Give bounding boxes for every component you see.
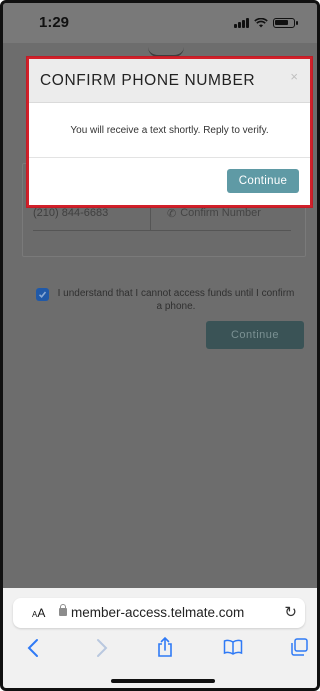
bookmarks-icon[interactable] <box>223 639 243 655</box>
logo <box>148 47 184 57</box>
checkmark-icon <box>38 291 47 298</box>
modal-message: You will receive a text shortly. Reply t… <box>70 124 269 136</box>
phone-number-field[interactable]: (210) 844-6683 <box>33 205 151 230</box>
browser-chrome: AA member-access.telmate.com ↻ <box>3 588 317 688</box>
reader-settings-button[interactable]: AA <box>32 606 45 620</box>
address-bar[interactable]: AA member-access.telmate.com ↻ <box>13 598 305 628</box>
url-text: member-access.telmate.com <box>71 605 245 620</box>
confirm-number-field[interactable]: ✆ Confirm Number <box>151 205 291 230</box>
status-icons <box>234 18 298 28</box>
phone-icon: ✆ <box>167 208 177 220</box>
status-time: 1:29 <box>39 14 70 31</box>
signal-icon <box>234 18 249 28</box>
home-indicator <box>111 679 215 683</box>
agree-label: I understand that I cannot access funds … <box>57 288 295 312</box>
battery-icon <box>273 18 298 28</box>
agree-checkbox[interactable] <box>36 288 49 301</box>
modal-body: You will receive a text shortly. Reply t… <box>29 103 310 158</box>
confirm-number-placeholder: Confirm Number <box>180 207 261 219</box>
confirm-phone-modal: CONFIRM PHONE NUMBER × You will receive … <box>27 57 312 207</box>
phone-screen: 1:29 (210) 844-6683 ✆ Confirm Number I u… <box>0 0 320 691</box>
modal-header: CONFIRM PHONE NUMBER × <box>29 59 310 103</box>
browser-toolbar <box>3 636 317 662</box>
modal-footer: Continue <box>29 158 310 205</box>
close-icon[interactable]: × <box>290 69 298 84</box>
wifi-icon <box>254 18 268 28</box>
modal-title: CONFIRM PHONE NUMBER <box>40 72 256 89</box>
page-continue-button[interactable]: Continue <box>206 321 304 349</box>
back-icon[interactable] <box>27 638 39 658</box>
share-icon[interactable] <box>157 636 173 658</box>
agree-row: I understand that I cannot access funds … <box>36 287 298 313</box>
phone-input-row: (210) 844-6683 ✆ Confirm Number <box>33 205 291 231</box>
reload-icon[interactable]: ↻ <box>284 603 297 621</box>
status-bar: 1:29 <box>3 3 317 43</box>
lock-icon <box>59 604 67 616</box>
modal-continue-button[interactable]: Continue <box>227 169 299 193</box>
tabs-icon[interactable] <box>291 638 309 656</box>
forward-icon[interactable] <box>96 638 108 658</box>
